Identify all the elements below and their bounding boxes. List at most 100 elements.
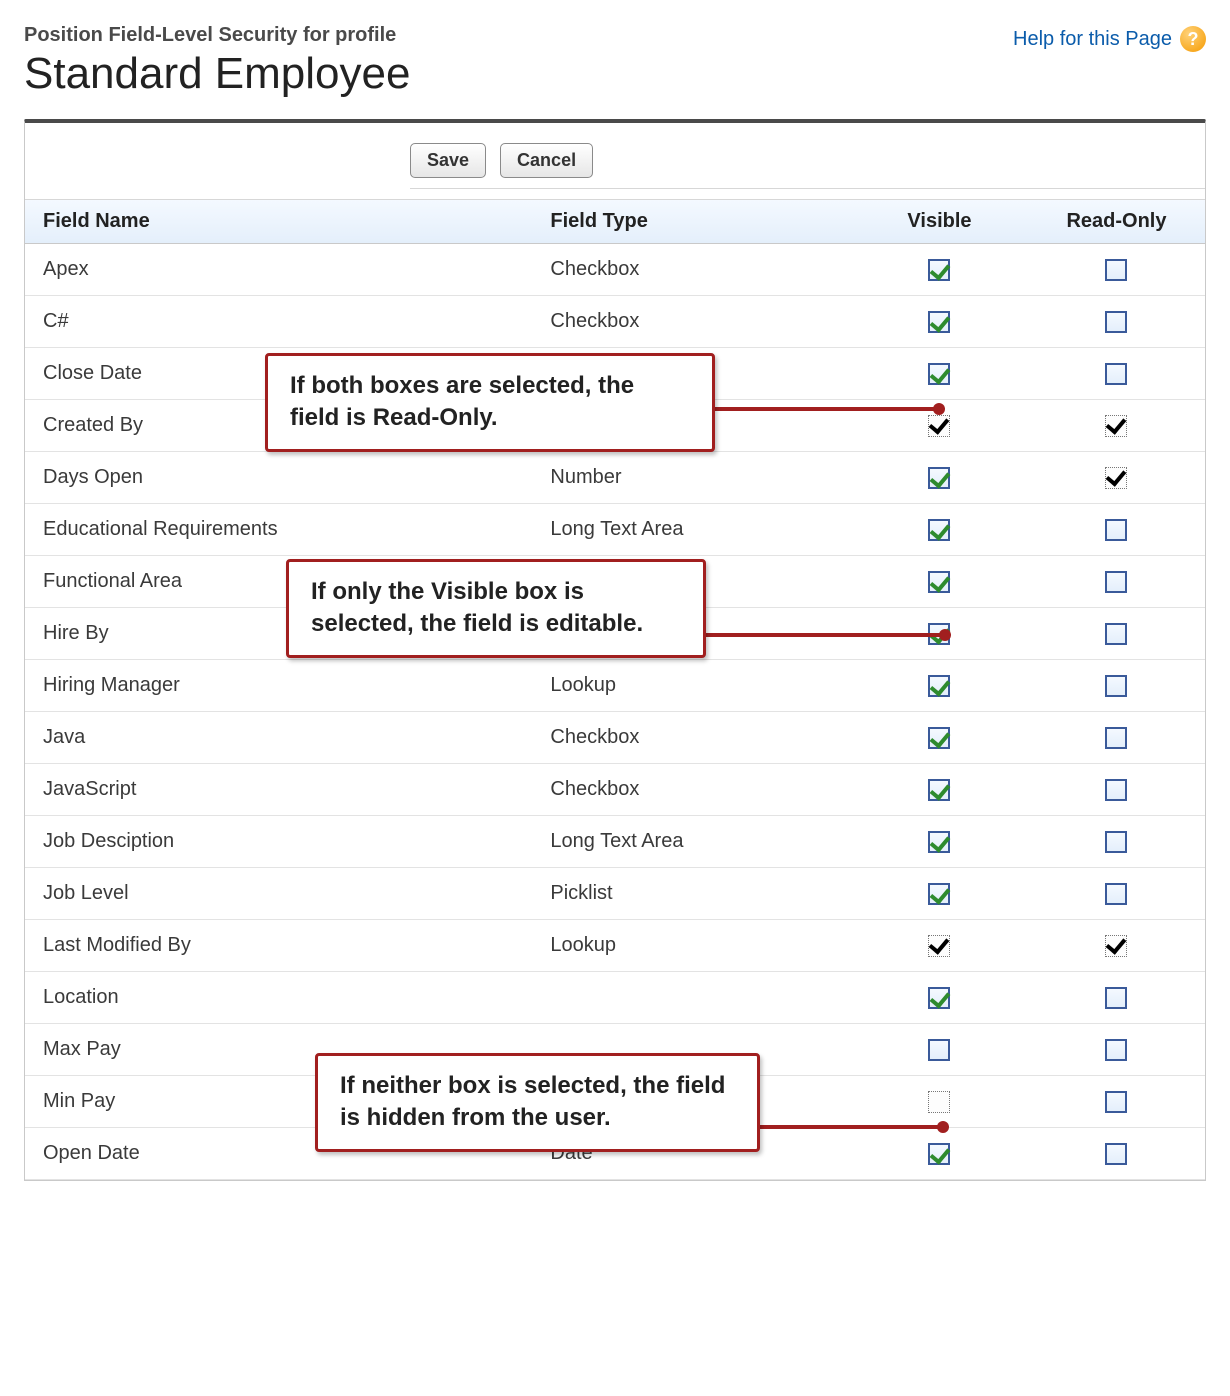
visible-cell [851, 660, 1028, 712]
field-type-cell [532, 972, 851, 1024]
readonly-cell [1028, 504, 1205, 556]
callout-dot [933, 403, 945, 415]
visible-cell [851, 348, 1028, 400]
col-visible: Visible [851, 200, 1028, 244]
readonly-cell [1028, 1076, 1205, 1128]
visible-checkbox[interactable] [928, 259, 950, 281]
visible-checkbox[interactable] [928, 883, 950, 905]
table-row: C#Checkbox [25, 296, 1205, 348]
table-row: Hiring ManagerLookup [25, 660, 1205, 712]
field-type-cell: Checkbox [532, 712, 851, 764]
field-type-cell: Long Text Area [532, 816, 851, 868]
visible-checkbox[interactable] [928, 1143, 950, 1165]
field-name-cell: JavaScript [25, 764, 532, 816]
readonly-cell [1028, 296, 1205, 348]
table-row: ApexCheckbox [25, 244, 1205, 296]
field-type-cell: Checkbox [532, 764, 851, 816]
visible-checkbox[interactable] [928, 831, 950, 853]
visible-cell [851, 1128, 1028, 1180]
table-row: Job DesciptionLong Text Area [25, 816, 1205, 868]
readonly-checkbox[interactable] [1105, 519, 1127, 541]
readonly-checkbox[interactable] [1105, 779, 1127, 801]
callout-both-selected: If both boxes are selected, the field is… [265, 353, 715, 452]
readonly-cell [1028, 1128, 1205, 1180]
readonly-cell [1028, 556, 1205, 608]
visible-cell [851, 244, 1028, 296]
readonly-checkbox[interactable] [1105, 571, 1127, 593]
field-type-cell: Long Text Area [532, 504, 851, 556]
visible-checkbox[interactable] [928, 987, 950, 1009]
visible-cell [851, 868, 1028, 920]
visible-checkbox[interactable] [928, 311, 950, 333]
readonly-cell [1028, 348, 1205, 400]
table-row: Days OpenNumber [25, 452, 1205, 504]
readonly-checkbox[interactable] [1105, 1039, 1127, 1061]
field-name-cell: Job Desciption [25, 816, 532, 868]
field-name-cell: Job Level [25, 868, 532, 920]
readonly-checkbox[interactable] [1105, 727, 1127, 749]
visible-cell [851, 296, 1028, 348]
field-name-cell: Last Modified By [25, 920, 532, 972]
visible-cell [851, 556, 1028, 608]
field-name-cell: Location [25, 972, 532, 1024]
field-type-cell: Number [532, 452, 851, 504]
readonly-checkbox[interactable] [1105, 1091, 1127, 1113]
visible-checkbox[interactable] [928, 363, 950, 385]
col-field-type: Field Type [532, 200, 851, 244]
readonly-checkbox[interactable] [1105, 675, 1127, 697]
visible-checkbox[interactable] [928, 519, 950, 541]
visible-cell [851, 452, 1028, 504]
readonly-cell [1028, 920, 1205, 972]
visible-cell [851, 504, 1028, 556]
readonly-checkbox [1105, 415, 1127, 437]
table-row: JavaCheckbox [25, 712, 1205, 764]
readonly-cell [1028, 452, 1205, 504]
visible-checkbox[interactable] [928, 467, 950, 489]
field-type-cell: Lookup [532, 660, 851, 712]
readonly-checkbox[interactable] [1105, 623, 1127, 645]
callout-line [682, 633, 945, 637]
visible-checkbox[interactable] [928, 571, 950, 593]
visible-checkbox [928, 935, 950, 957]
visible-cell [851, 972, 1028, 1024]
help-icon[interactable]: ? [1180, 26, 1206, 52]
readonly-cell [1028, 712, 1205, 764]
field-security-table: Field Name Field Type Visible Read-Only … [25, 200, 1205, 1180]
readonly-cell [1028, 972, 1205, 1024]
visible-checkbox[interactable] [928, 1039, 950, 1061]
visible-checkbox[interactable] [928, 779, 950, 801]
field-security-panel: Save Cancel Field Name Field Type Visibl… [24, 119, 1206, 1181]
help-link[interactable]: Help for this Page [1013, 28, 1172, 51]
visible-cell [851, 1076, 1028, 1128]
visible-checkbox[interactable] [928, 727, 950, 749]
field-name-cell: Days Open [25, 452, 532, 504]
field-name-cell: Hiring Manager [25, 660, 532, 712]
visible-checkbox [928, 1091, 950, 1113]
visible-checkbox [928, 415, 950, 437]
field-name-cell: Educational Requirements [25, 504, 532, 556]
callout-visible-only: If only the Visible box is selected, the… [286, 559, 706, 658]
table-row: Last Modified ByLookup [25, 920, 1205, 972]
save-button[interactable]: Save [410, 143, 486, 178]
readonly-checkbox[interactable] [1105, 883, 1127, 905]
readonly-checkbox[interactable] [1105, 311, 1127, 333]
callout-dot [939, 629, 951, 641]
readonly-cell [1028, 764, 1205, 816]
readonly-checkbox [1105, 935, 1127, 957]
readonly-cell [1028, 1024, 1205, 1076]
callout-neither-selected: If neither box is selected, the field is… [315, 1053, 760, 1152]
field-name-cell: Java [25, 712, 532, 764]
readonly-cell [1028, 400, 1205, 452]
readonly-checkbox [1105, 467, 1127, 489]
readonly-checkbox[interactable] [1105, 259, 1127, 281]
cancel-button[interactable]: Cancel [500, 143, 593, 178]
field-type-cell: Lookup [532, 920, 851, 972]
visible-cell [851, 816, 1028, 868]
readonly-checkbox[interactable] [1105, 987, 1127, 1009]
callout-dot [937, 1121, 949, 1133]
visible-checkbox[interactable] [928, 675, 950, 697]
readonly-checkbox[interactable] [1105, 363, 1127, 385]
readonly-checkbox[interactable] [1105, 1143, 1127, 1165]
table-row: Educational RequirementsLong Text Area [25, 504, 1205, 556]
readonly-checkbox[interactable] [1105, 831, 1127, 853]
